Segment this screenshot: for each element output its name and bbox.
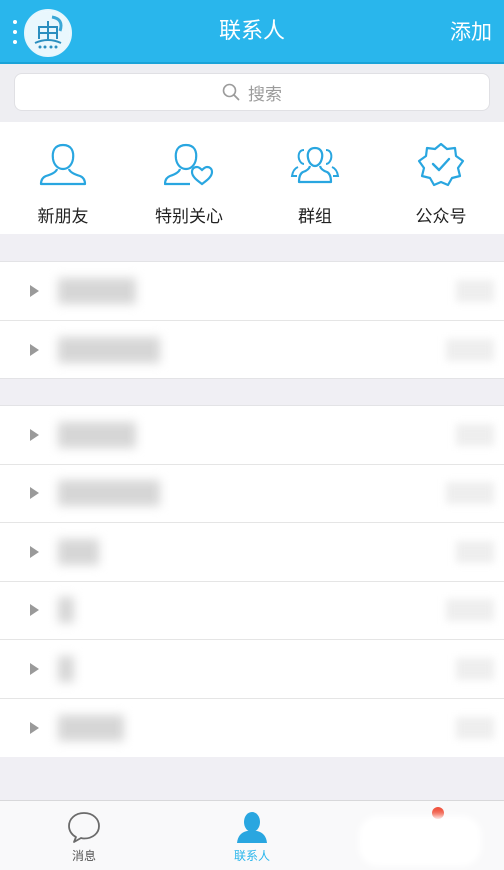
group-name: █████ [58, 714, 124, 741]
group-name: █ [58, 597, 75, 624]
group-count: ███ [445, 338, 494, 361]
add-button[interactable]: 添加 [450, 0, 492, 64]
quick-new-friends[interactable]: 新朋友 [0, 122, 126, 234]
group-row[interactable]: █████ ██ [0, 699, 504, 758]
expand-arrow-icon [30, 604, 39, 617]
quick-actions: 新朋友 特别关心 群组 公众号 [0, 122, 504, 234]
person-icon [39, 143, 87, 186]
group-name: █ [58, 655, 75, 682]
section-divider [0, 234, 504, 262]
quick-special-care[interactable]: 特别关心 [126, 122, 252, 234]
expand-arrow-icon [30, 487, 39, 500]
group-row[interactable]: ██████ ██ [0, 262, 504, 321]
group-row[interactable]: █ ██ [0, 640, 504, 699]
group-count: ███ [445, 599, 494, 622]
group-count: ██ [456, 540, 494, 563]
group-name: ██████ [58, 421, 136, 448]
top-header: 联系人 添加 [0, 0, 504, 64]
chat-bubble-icon [68, 812, 100, 843]
contact-person-icon [237, 812, 267, 843]
expand-arrow-icon [30, 428, 39, 441]
tab-contacts[interactable]: 联系人 [168, 801, 336, 870]
quick-label: 特别关心 [155, 207, 223, 227]
page-title: 联系人 [218, 19, 285, 44]
search-icon [222, 83, 240, 101]
group-row[interactable]: ██████ ██ [0, 406, 504, 465]
search-input[interactable]: 搜索 [14, 73, 490, 111]
group-count: ██ [456, 657, 494, 680]
redacted-tab-content [360, 817, 480, 865]
search-bar: 搜索 [0, 64, 504, 122]
group-count: ██ [456, 423, 494, 446]
group-icon [290, 146, 340, 184]
search-placeholder: 搜索 [248, 84, 282, 105]
group-count: ██ [456, 279, 494, 302]
tab-messages[interactable]: 消息 [0, 801, 168, 870]
quick-official-accounts[interactable]: 公众号 [378, 122, 504, 234]
tab-label: 联系人 [233, 849, 270, 863]
expand-arrow-icon [30, 284, 39, 297]
group-list-bottom: ██████ ██ ████████ ███ ███ ██ █ ███ █ ██… [0, 406, 504, 757]
group-list-top: ██████ ██ ████████ ███ [0, 262, 504, 379]
section-divider [0, 378, 504, 406]
quick-label: 新朋友 [37, 207, 89, 227]
quick-label: 公众号 [415, 207, 467, 227]
expand-arrow-icon [30, 662, 39, 675]
group-row[interactable]: ███ ██ [0, 523, 504, 582]
group-row[interactable]: █ ███ [0, 582, 504, 640]
group-row[interactable]: ████████ ███ [0, 321, 504, 380]
group-name: ██████ [58, 277, 136, 304]
group-count: ███ [445, 482, 494, 505]
quick-groups[interactable]: 群组 [252, 122, 378, 234]
verified-badge-icon [417, 142, 465, 187]
person-heart-icon [164, 143, 214, 186]
group-name: ████████ [58, 480, 161, 507]
expand-arrow-icon [30, 721, 39, 734]
group-name: ███ [58, 538, 99, 565]
quick-label: 群组 [298, 207, 332, 227]
tab-label: 消息 [71, 849, 96, 863]
group-row[interactable]: ████████ ███ [0, 465, 504, 523]
tab-redacted[interactable] [336, 801, 504, 870]
group-count: ██ [456, 716, 494, 739]
bottom-tab-bar: 消息 联系人 [0, 800, 504, 870]
expand-arrow-icon [30, 545, 39, 558]
group-name: ████████ [58, 336, 161, 363]
expand-arrow-icon [30, 343, 39, 356]
